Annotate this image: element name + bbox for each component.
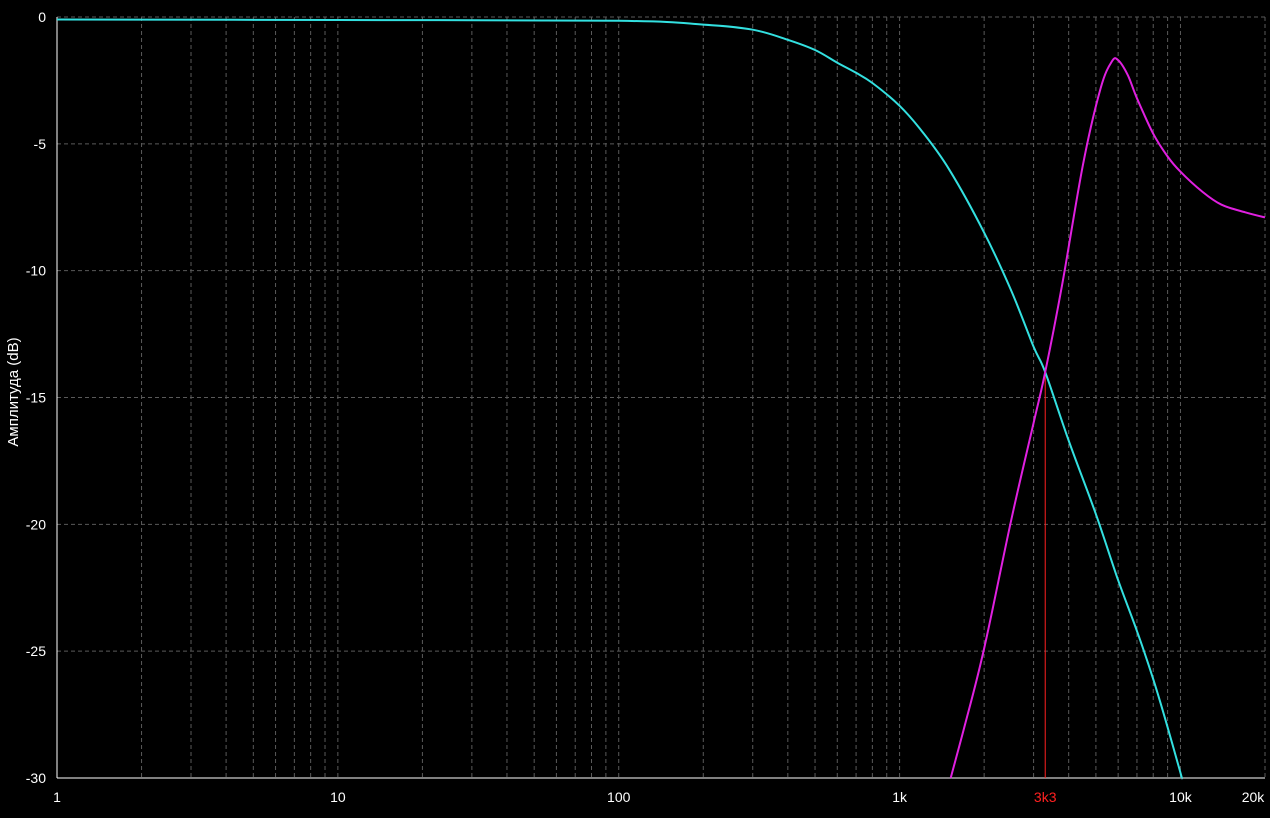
plot-background [0,0,1270,818]
y-tick-label: -10 [26,263,46,279]
x-tick-label: 1k [892,789,908,805]
y-tick-label: -30 [26,770,46,786]
y-tick-label: -15 [26,390,46,406]
y-axis-label: Амплитуда (dB) [5,337,22,446]
crossover-marker-label: 3k3 [1034,789,1057,805]
y-tick-label: -25 [26,643,46,659]
x-tick-label: 10k [1169,789,1193,805]
x-tick-label: 10 [330,789,346,805]
frequency-response-chart: 1 10 100 1k 10k 20k 0 -5 -10 -15 -20 -25 -30 3k3 Ам… [0,0,1270,818]
x-tick-label: 20k [1242,789,1266,805]
x-tick-label: 100 [607,789,631,805]
x-tick-label: 1 [53,789,61,805]
y-tick-label: -5 [34,136,47,152]
y-tick-label: -20 [26,516,46,532]
y-tick-label: 0 [38,9,46,25]
